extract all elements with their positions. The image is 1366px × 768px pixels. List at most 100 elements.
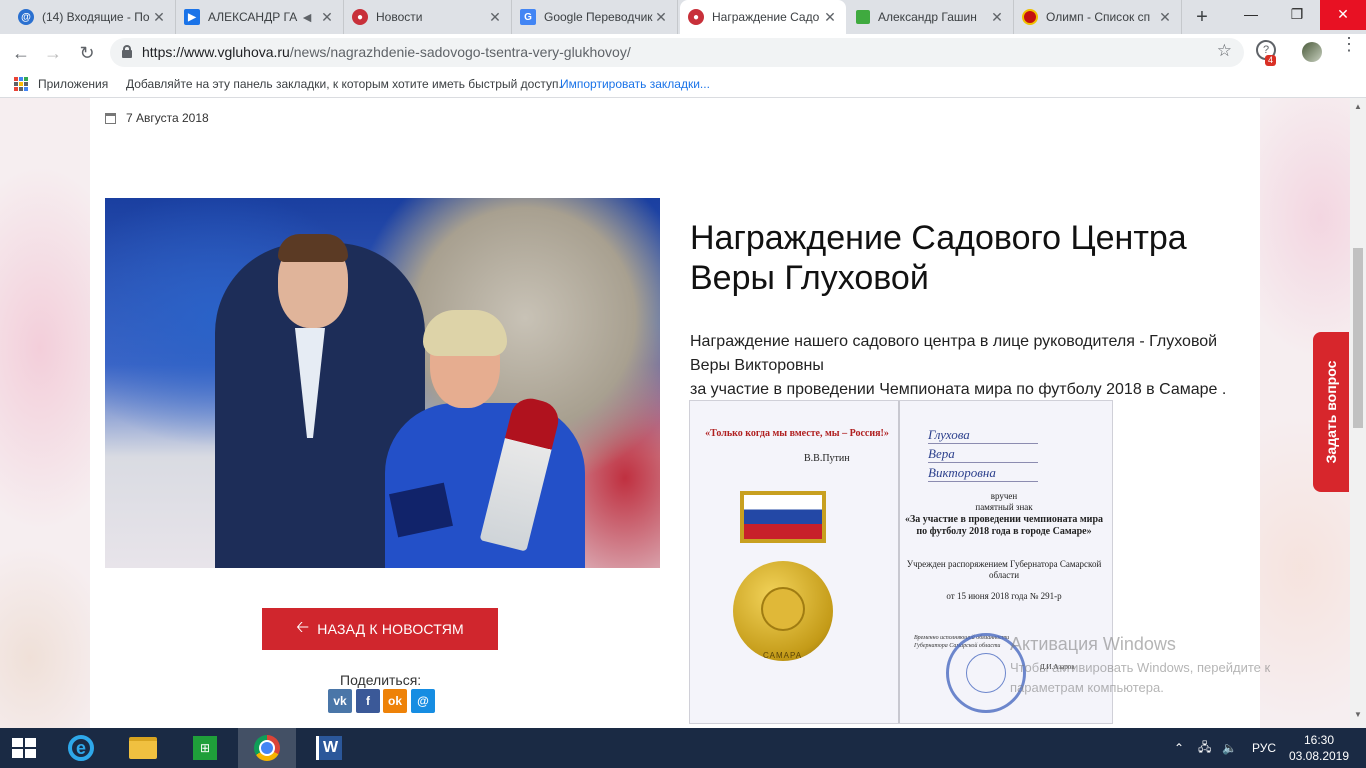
restore-button[interactable]: ❐ <box>1274 0 1320 30</box>
calendar-icon <box>105 113 116 124</box>
windows-activation-text: Чтобы активировать Windows, перейдите к … <box>1010 660 1271 695</box>
url-host: https://www.vgluhova.ru <box>142 44 290 60</box>
olimp-icon <box>1022 9 1038 25</box>
football-icon <box>763 589 803 629</box>
tab-translate[interactable]: G Google Переводчик ✕ <box>512 0 678 34</box>
certificate-quote: «Только когда мы вместе, мы – Россия!» <box>705 428 889 439</box>
taskbar-word[interactable]: W <box>300 728 358 768</box>
bookmark-star-icon[interactable]: ☆ <box>1217 41 1232 61</box>
article-title: Награждение Садового Центра Веры Глухово… <box>690 219 1187 297</box>
window-close-button[interactable]: ✕ <box>1320 0 1366 30</box>
vk-share-button[interactable]: vk <box>328 689 352 713</box>
medal-label: САМАРА <box>763 651 803 660</box>
reload-icon[interactable]: ↻ <box>74 40 100 66</box>
certificate-awarded: вручен <box>990 491 1018 501</box>
certificate-patronymic: Викторовна <box>928 465 1038 482</box>
volume-icon[interactable]: 🔈 <box>1222 728 1237 768</box>
tab-news[interactable]: ● Новости ✕ <box>344 0 512 34</box>
green-square-icon <box>856 10 870 24</box>
windows-taskbar: e ⊞ W ⌃ 🖧 🔈 РУС 16:30 03.08.2019 <box>0 728 1366 768</box>
samara-flag-icon <box>740 491 826 543</box>
taskbar-store[interactable]: ⊞ <box>176 728 234 768</box>
import-bookmarks-link[interactable]: Импортировать закладки... <box>560 77 710 91</box>
taskbar-explorer[interactable] <box>114 728 172 768</box>
certificate-established: Учрежден распоряжением Губернатора Самар… <box>906 559 1102 580</box>
ask-question-button[interactable]: Задать вопрос <box>1313 332 1349 492</box>
close-icon[interactable]: ✕ <box>822 9 838 26</box>
tab-title: Награждение Садо <box>712 10 820 24</box>
url-path: /news/nagrazhdenie-sadovogo-tsentra-very… <box>289 44 631 60</box>
facebook-share-button[interactable]: f <box>356 689 380 713</box>
tab-title: Google Переводчик <box>544 10 653 24</box>
tab-title: (14) Входящие - По <box>42 10 150 24</box>
close-icon[interactable]: ✕ <box>1157 9 1173 26</box>
arrow-left-icon: 🡠 <box>296 618 310 636</box>
chrome-icon <box>254 735 280 761</box>
kebab-menu-icon[interactable]: ⋮ <box>1340 35 1358 53</box>
address-bar[interactable]: https://www.vgluhova.ru/news/nagrazhdeni… <box>110 38 1244 67</box>
tab-title: Новости <box>376 10 423 24</box>
play-icon: ▶ <box>184 9 200 25</box>
mail-at-icon: @ <box>18 9 34 25</box>
scrollbar-thumb[interactable] <box>1353 248 1363 428</box>
certificate-badge: памятный знак <box>975 502 1033 512</box>
close-icon[interactable]: ✕ <box>653 9 669 26</box>
system-clock[interactable]: 16:30 03.08.2019 <box>1284 732 1354 764</box>
lock-icon <box>122 45 132 58</box>
windows-activation-title: Активация Windows <box>1010 634 1176 654</box>
close-icon[interactable]: ✕ <box>319 9 335 26</box>
new-tab-button[interactable]: + <box>1190 5 1214 29</box>
taskbar-chrome[interactable] <box>238 728 296 768</box>
browser-toolbar: ← → ↻ https://www.vgluhova.ru/news/nagra… <box>0 34 1366 71</box>
page-scrollbar[interactable]: ▲ ▼ <box>1350 98 1366 728</box>
article-paragraph-1: Награждение нашего садового центра в лиц… <box>690 333 1218 374</box>
article-paragraph-2: за участие в проведении Чемпионата мира … <box>690 381 1227 398</box>
tray-up-arrow-icon[interactable]: ⌃ <box>1174 728 1184 768</box>
windows-start-icon[interactable] <box>12 738 38 758</box>
web-page: 7 Августа 2018 🡠 НАЗАД К НОВОСТЯМ Подели… <box>0 98 1366 728</box>
close-icon[interactable]: ✕ <box>487 9 503 26</box>
back-arrow-icon[interactable]: ← <box>8 40 34 66</box>
clock-time: 16:30 <box>1303 733 1335 747</box>
store-icon: ⊞ <box>193 736 217 760</box>
clock-date: 03.08.2019 <box>1288 749 1350 763</box>
folder-icon <box>129 737 157 759</box>
tab-title: Олимп - Список сп <box>1046 10 1151 24</box>
forward-arrow-icon[interactable]: → <box>40 40 66 66</box>
translate-icon: G <box>520 9 536 25</box>
award-photo[interactable] <box>105 198 660 568</box>
certificate-surname: Глухова <box>928 427 1038 444</box>
language-indicator[interactable]: РУС <box>1252 728 1276 768</box>
tab-olimp[interactable]: Олимп - Список сп ✕ <box>1014 0 1182 34</box>
apps-grid-icon[interactable] <box>14 77 28 91</box>
bookmarks-hint: Добавляйте на эту панель закладки, к кот… <box>126 77 562 91</box>
tab-title: АЛЕКСАНДР ГА <box>208 10 298 24</box>
profile-avatar[interactable] <box>1302 42 1322 62</box>
share-label: Поделиться: <box>340 672 422 688</box>
taskbar-ie[interactable]: e <box>52 728 110 768</box>
close-icon[interactable]: ✕ <box>151 9 167 26</box>
article-date: 7 Августа 2018 <box>126 111 209 125</box>
scroll-up-icon[interactable]: ▲ <box>1354 102 1362 111</box>
word-icon: W <box>316 736 342 760</box>
minimize-button[interactable]: — <box>1228 0 1274 30</box>
moimir-share-button[interactable]: @ <box>411 689 435 713</box>
certificate-date: от 15 июня 2018 года № 291-р <box>946 591 1062 601</box>
apps-label[interactable]: Приложения <box>38 77 108 91</box>
site-logo-icon: ● <box>352 9 368 25</box>
tab-mail[interactable]: @ (14) Входящие - По ✕ <box>10 0 176 34</box>
tab-video[interactable]: ▶ АЛЕКСАНДР ГА ◄ ✕ <box>176 0 344 34</box>
ask-question-label: Задать вопрос <box>1323 360 1339 464</box>
close-icon[interactable]: ✕ <box>989 9 1005 26</box>
back-to-news-button[interactable]: 🡠 НАЗАД К НОВОСТЯМ <box>262 608 498 650</box>
tab-gashin[interactable]: Александр Гашин ✕ <box>848 0 1014 34</box>
network-icon[interactable]: 🖧 <box>1198 728 1211 768</box>
certificate-name: Вера <box>928 446 1038 463</box>
internet-explorer-icon: e <box>68 735 94 761</box>
tab-award-active[interactable]: ● Награждение Садо ✕ <box>680 0 846 34</box>
scroll-down-icon[interactable]: ▼ <box>1354 710 1362 719</box>
tab-strip: @ (14) Входящие - По ✕ ▶ АЛЕКСАНДР ГА ◄ … <box>0 0 1366 34</box>
url-text[interactable]: https://www.vgluhova.ru/news/nagrazhdeni… <box>142 44 631 60</box>
odnoklassniki-share-button[interactable]: ok <box>383 689 407 713</box>
speaker-icon[interactable]: ◄ <box>299 9 315 25</box>
